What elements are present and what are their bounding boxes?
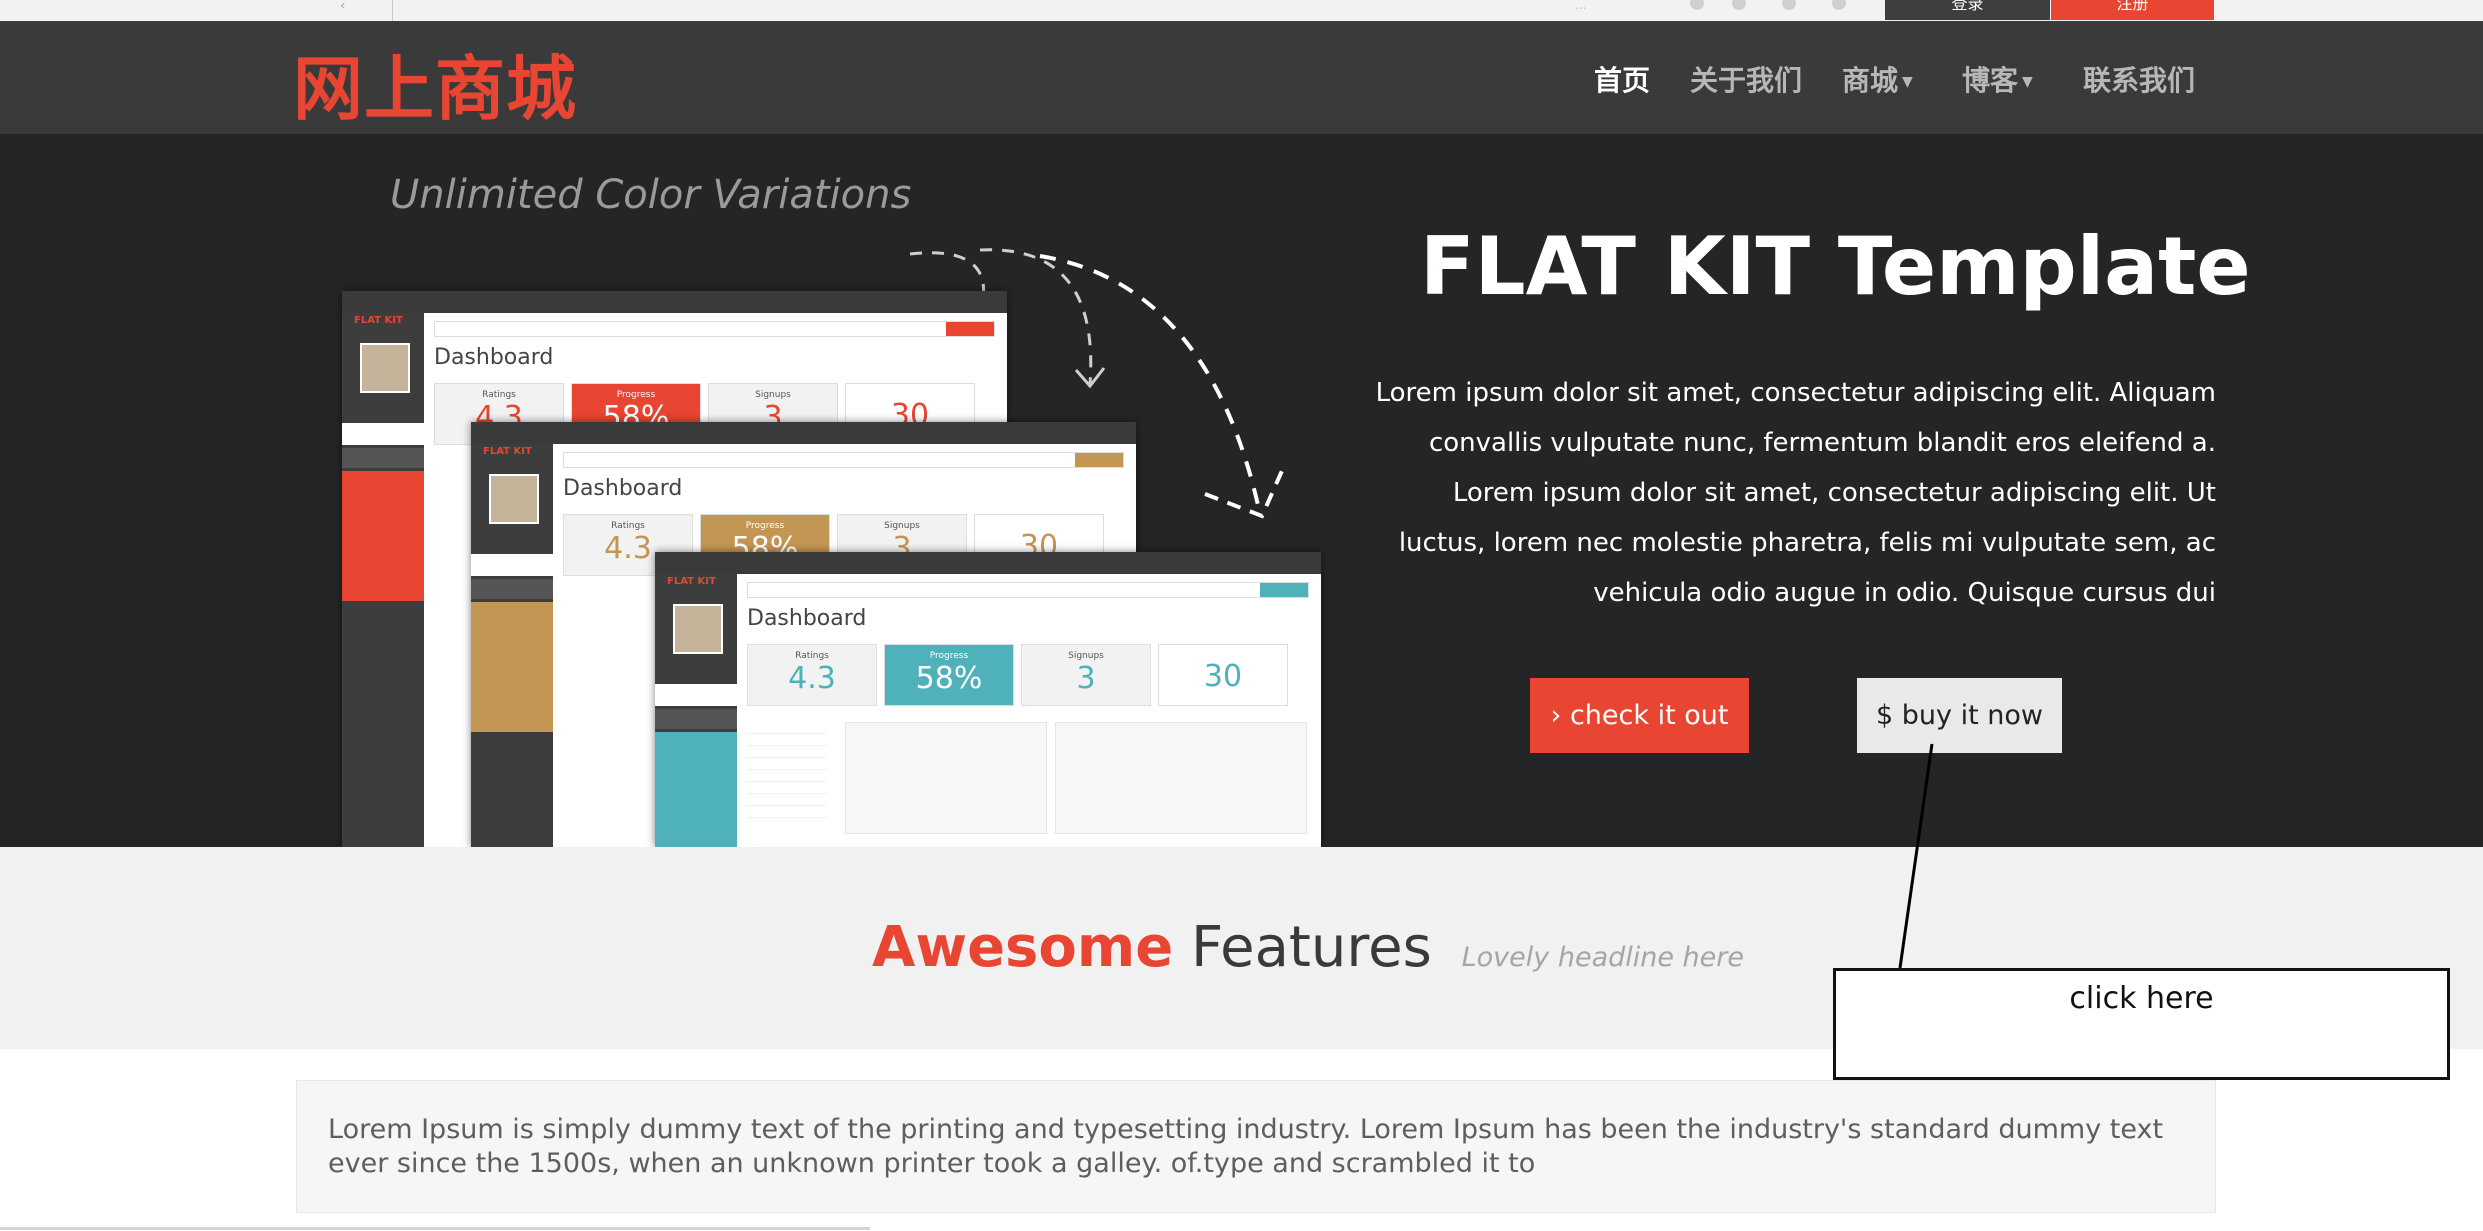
mockup-search (434, 321, 995, 337)
dollar-icon: $ (1876, 700, 1894, 731)
dashboard-mockup-teal: FLAT KIT Dashboard Ratings 4.3 Progress 58… (655, 552, 1321, 847)
stat-value: 58% (915, 661, 983, 696)
hero-title: FLAT KIT Template (1420, 220, 2251, 313)
mockup-accent-panel (471, 602, 553, 732)
stat-label: Progress (929, 651, 969, 661)
mockup-stat: Progress 58% (884, 644, 1014, 706)
stat-label: Ratings (482, 390, 516, 400)
chevron-down-icon: ▼ (1902, 74, 1913, 90)
check-it-out-button[interactable]: › check it out (1530, 678, 1749, 753)
mockup-topbar (342, 291, 1007, 313)
top-utility-bar: ‹ ... 登录 注册 (0, 0, 2483, 22)
intro-text-box: Lorem Ipsum is simply dummy text of the … (296, 1080, 2216, 1213)
hero-description: Lorem ipsum dolor sit amet, consectetur … (1375, 378, 2216, 608)
hero-section: Unlimited Color Variations FLAT KIT Dash… (0, 134, 2483, 847)
nav-item-label: 商城 (1842, 64, 1899, 97)
register-button[interactable]: 注册 (2051, 0, 2214, 20)
page: ‹ ... 登录 注册 网上商城 首页 关于我们 商城 ▼ 博客 ▼ 联系我们 Un… (0, 0, 2483, 1231)
mockup-card (845, 722, 1047, 834)
divider (0, 1227, 870, 1230)
main-navbar: 网上商城 首页 关于我们 商城 ▼ 博客 ▼ 联系我们 (0, 21, 2483, 134)
mockup-brand: FLAT KIT (483, 446, 532, 457)
top-faded-text: ... (1575, 0, 1587, 12)
avatar (360, 343, 410, 393)
stat-label: Ratings (611, 521, 645, 531)
avatar (489, 474, 539, 524)
nav-item-about[interactable]: 关于我们 (1690, 59, 1802, 99)
mockup-menu-item (342, 448, 424, 468)
mockup-topbar (655, 552, 1321, 574)
nav-item-shop[interactable]: 商城 ▼ (1842, 59, 1913, 99)
mockup-title: Dashboard (563, 476, 683, 501)
nav-item-label: 关于我们 (1690, 64, 1803, 97)
mockup-menu-item (342, 423, 424, 445)
mockup-sidebar: FLAT KIT (655, 574, 737, 847)
mockup-stat: Signups 3 (1021, 644, 1151, 706)
mockup-search (747, 582, 1309, 598)
mockup-menu-item (471, 554, 553, 576)
annotation-label: click here (2069, 981, 2214, 1016)
mockup-topbar (471, 422, 1136, 444)
avatar (673, 604, 723, 654)
hero-tagline: Unlimited Color Variations (390, 172, 912, 218)
stat-label: Signups (755, 390, 791, 400)
mockup-stat: 30 (1158, 644, 1288, 706)
mockup-brand: FLAT KIT (354, 315, 403, 326)
features-heading: Awesome Features Lovely headline here (872, 915, 1744, 980)
mockup-accent-panel (655, 732, 737, 847)
chevron-right-icon: › (1550, 700, 1562, 731)
stat-value: 4.3 (788, 661, 836, 696)
mockup-menu-item (471, 579, 553, 599)
chevron-down-icon: ▼ (2022, 74, 2033, 90)
social-icon[interactable] (1732, 0, 1746, 10)
stat-value: 3 (1076, 661, 1096, 696)
buy-it-now-button[interactable]: $ buy it now (1857, 678, 2062, 753)
mockup-stat: Ratings 4.3 (747, 644, 877, 706)
stat-label: Progress (616, 390, 656, 400)
button-label: buy it now (1901, 700, 2043, 731)
mockup-search-button (1075, 453, 1123, 467)
mockup-menu-item (655, 684, 737, 706)
mockup-card (1055, 722, 1307, 834)
features-subheading: Lovely headline here (1461, 942, 1744, 973)
social-icon[interactable] (1782, 0, 1796, 10)
stat-value: 30 (1203, 659, 1243, 694)
divider (392, 0, 393, 21)
mockup-sidebar: FLAT KIT (471, 444, 553, 847)
stat-label: Signups (884, 521, 920, 531)
nav-item-contact[interactable]: 联系我们 (2083, 59, 2195, 99)
stat-label: Progress (745, 521, 785, 531)
mockup-search-button (1260, 583, 1308, 597)
social-icon[interactable] (1832, 0, 1846, 10)
mockup-menu-item (655, 709, 737, 729)
features-heading-text: Features (1191, 915, 1432, 980)
login-button[interactable]: 登录 (1885, 0, 2050, 20)
mockup-search (563, 452, 1124, 468)
stat-label: Signups (1068, 651, 1104, 661)
mockup-list (747, 722, 827, 818)
nav-item-blog[interactable]: 博客 ▼ (1962, 59, 2033, 99)
mockup-accent-panel (342, 471, 424, 601)
mockup-brand: FLAT KIT (667, 576, 716, 587)
nav-item-label: 联系我们 (2083, 64, 2196, 97)
back-caret-icon[interactable]: ‹ (340, 0, 346, 13)
nav-item-label: 首页 (1594, 64, 1651, 97)
mockup-sidebar: FLAT KIT (342, 313, 424, 847)
nav-item-label: 博客 (1962, 64, 2019, 97)
button-label: check it out (1569, 700, 1729, 731)
site-logo[interactable]: 网上商城 (293, 33, 577, 134)
mockup-title: Dashboard (747, 606, 867, 631)
mockup-title: Dashboard (434, 345, 554, 370)
click-here-annotation: click here (1833, 968, 2450, 1080)
social-icon[interactable] (1690, 0, 1704, 10)
stat-label: Ratings (795, 651, 829, 661)
mockup-search-button (946, 322, 994, 336)
features-heading-accent: Awesome (872, 915, 1174, 980)
nav-item-home[interactable]: 首页 (1594, 59, 1650, 99)
